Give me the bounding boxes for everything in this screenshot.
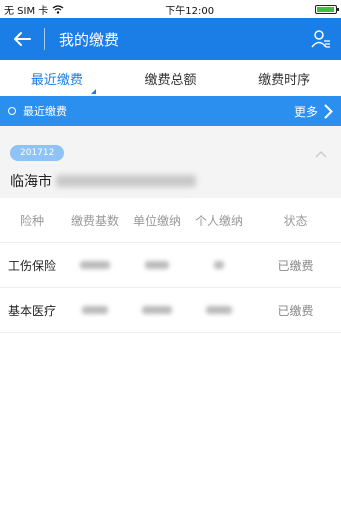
app-bar: 我的缴费 — [0, 18, 341, 60]
tab-payment-timeline[interactable]: 缴费时序 — [227, 69, 341, 88]
tab-label: 缴费时序 — [258, 72, 311, 88]
page-title: 我的缴费 — [59, 30, 120, 49]
organization-line: 临海市 — [10, 171, 331, 191]
payment-status: 已缴费 — [277, 258, 314, 273]
table-header-row: 险种 缴费基数 单位缴纳 个人缴纳 状态 — [0, 198, 341, 243]
tab-bar: 最近缴费 缴费总额 缴费时序 — [0, 60, 341, 97]
redacted-personal-amount — [188, 258, 250, 272]
section-title: 最近缴费 — [23, 105, 67, 118]
period-badge: 201712 — [10, 145, 65, 161]
battery-icon — [315, 4, 339, 14]
redacted-base — [64, 258, 126, 272]
payment-table: 险种 缴费基数 单位缴纳 个人缴纳 状态 工伤保险 已缴费 基本医疗 已缴费 — [0, 198, 341, 333]
dropdown-corner-icon — [90, 88, 96, 94]
tab-label: 缴费总额 — [144, 72, 197, 88]
redacted-personal-amount — [188, 303, 250, 317]
app-bar-divider — [44, 28, 45, 50]
section-header: 最近缴费 更多 — [0, 96, 341, 126]
clock-label: 下午12:00 — [165, 5, 215, 17]
bullet-icon — [8, 107, 16, 115]
chevron-up-icon[interactable] — [315, 150, 327, 158]
more-button[interactable]: 更多 — [294, 103, 333, 120]
insurance-type: 基本医疗 — [8, 303, 57, 318]
column-header: 险种 — [19, 213, 44, 228]
tab-label: 最近缴费 — [30, 72, 83, 88]
tab-payment-total[interactable]: 缴费总额 — [114, 69, 228, 88]
column-header: 个人缴纳 — [194, 213, 243, 228]
status-bar: 无 SIM 卡 下午12:00 — [0, 0, 341, 18]
user-list-icon — [311, 30, 330, 48]
more-label: 更多 — [293, 104, 318, 119]
wifi-icon — [52, 4, 64, 14]
redacted-employer-amount — [126, 303, 188, 317]
redacted-base — [64, 303, 126, 317]
tab-recent-payments[interactable]: 最近缴费 — [0, 69, 114, 94]
redacted-organization — [56, 175, 196, 187]
column-header: 单位缴纳 — [132, 213, 181, 228]
back-button[interactable] — [0, 18, 44, 60]
table-row: 基本医疗 已缴费 — [0, 288, 341, 333]
column-header: 状态 — [283, 213, 308, 228]
insurance-type: 工伤保险 — [8, 258, 57, 273]
payment-status: 已缴费 — [277, 303, 314, 318]
column-header: 缴费基数 — [70, 213, 119, 228]
chevron-right-icon — [324, 104, 333, 118]
redacted-employer-amount — [126, 258, 188, 272]
status-left: 无 SIM 卡 — [4, 2, 64, 17]
payment-record-header[interactable]: 201712 临海市 — [0, 126, 341, 198]
city-label: 临海市 — [10, 174, 52, 190]
carrier-label: 无 SIM 卡 — [4, 5, 49, 17]
table-row: 工伤保险 已缴费 — [0, 243, 341, 288]
back-arrow-icon — [14, 32, 31, 46]
user-profile-button[interactable] — [301, 18, 341, 60]
